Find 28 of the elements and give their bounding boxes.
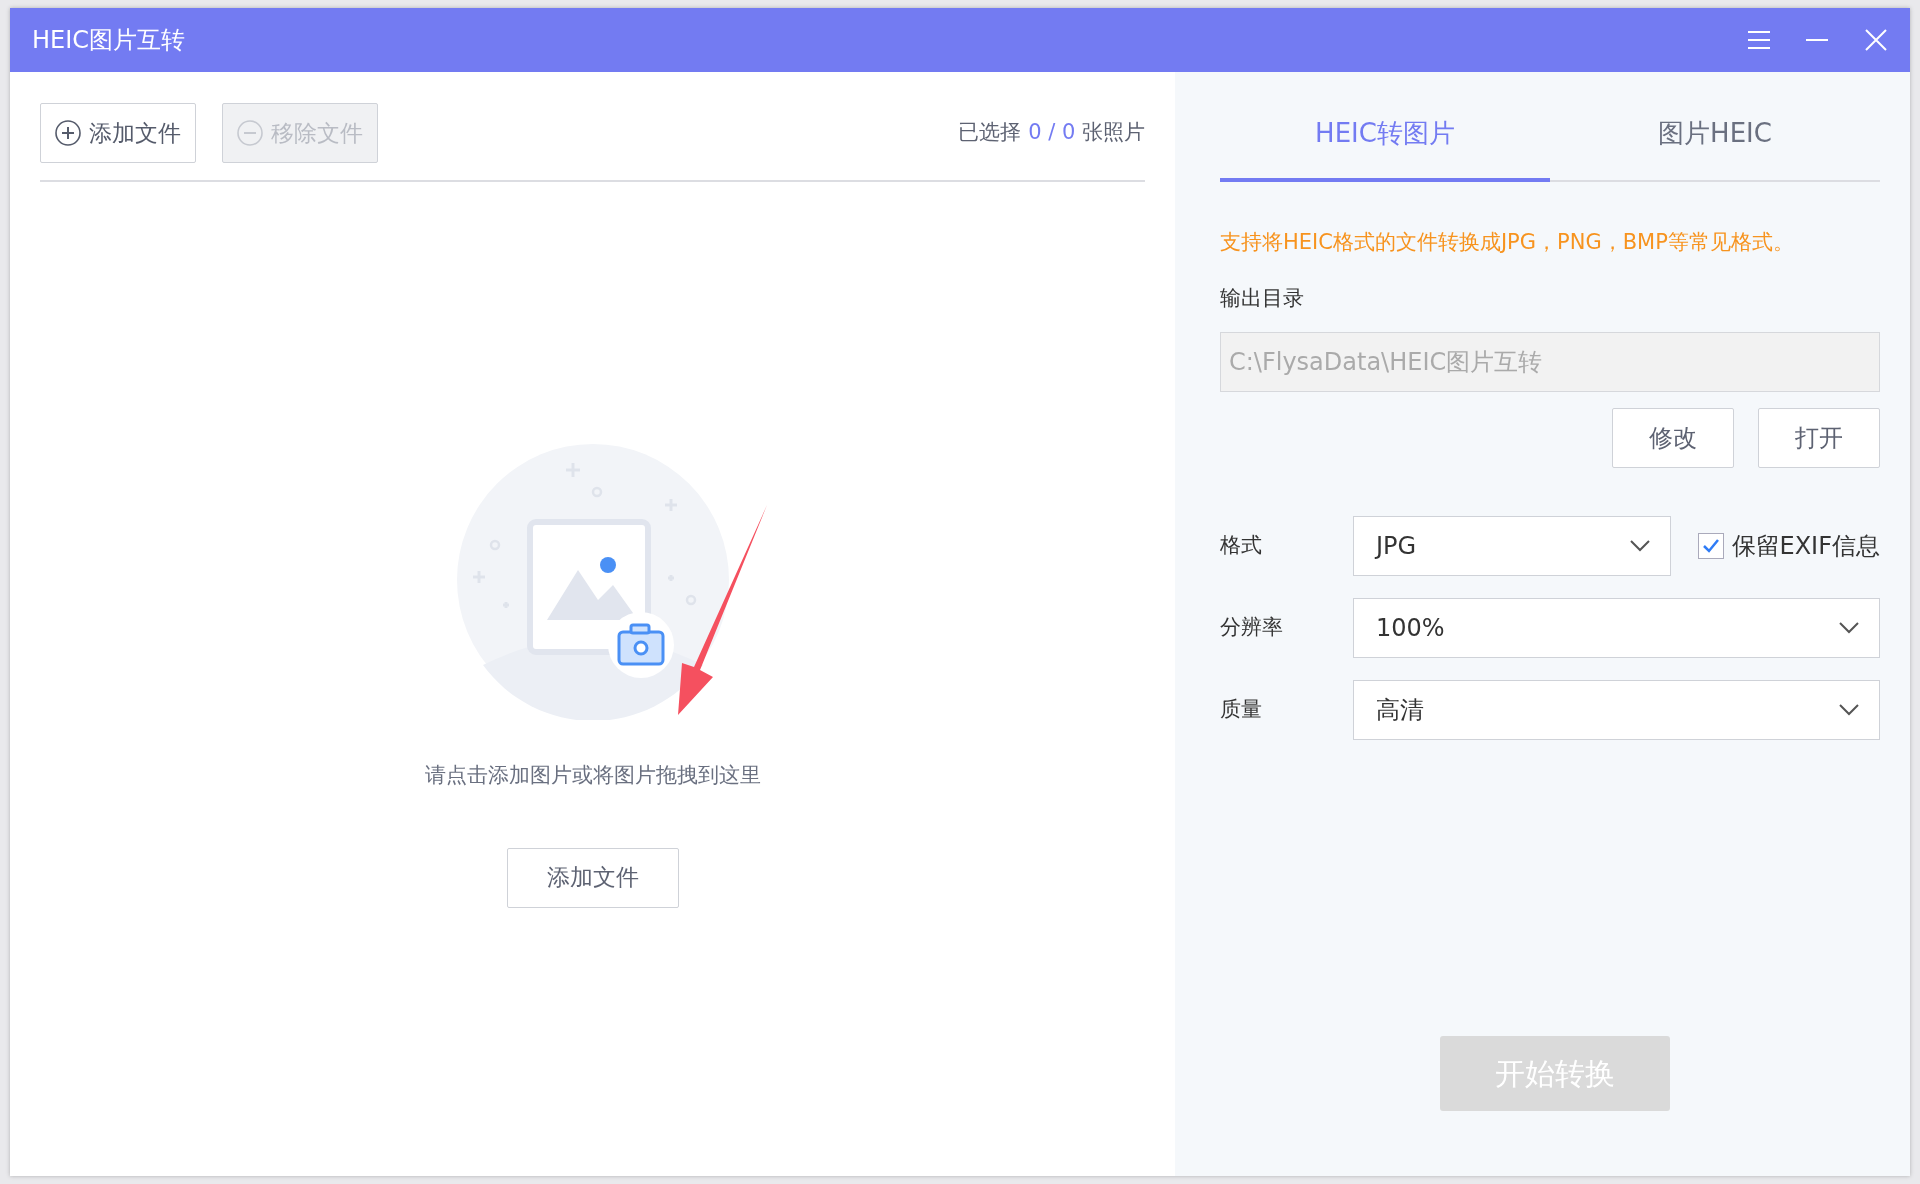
chevron-down-icon: [1839, 622, 1859, 634]
checkbox-label: 保留EXIF信息: [1731, 531, 1880, 562]
setting-label: 格式: [1220, 532, 1263, 560]
checkbox[interactable]: [1697, 533, 1724, 559]
minimize-icon[interactable]: [1806, 38, 1828, 42]
dropdown-select[interactable]: 高清: [1353, 680, 1880, 740]
plus-circle-icon: [55, 120, 81, 146]
checkmark-icon: [1701, 538, 1720, 554]
chevron-down-icon: [1839, 704, 1859, 716]
drop-hint-text: 请点击添加图片或将图片拖拽到这里: [424, 762, 761, 789]
add-file-button[interactable]: 添加文件: [506, 847, 679, 908]
dropdown-select[interactable]: JPG: [1353, 516, 1671, 576]
add-file-button[interactable]: 添加文件: [40, 103, 196, 163]
minus-circle-icon: [237, 120, 263, 146]
dropdown-select[interactable]: 100%: [1353, 598, 1880, 658]
setting-label: 分辨率: [1220, 614, 1284, 642]
menu-icon[interactable]: [1748, 30, 1770, 50]
open-button[interactable]: 打开: [1758, 408, 1880, 468]
output-dir-label: 输出目录: [1220, 284, 1305, 312]
modify-button[interactable]: 修改: [1612, 408, 1734, 468]
window-title: HEIC图片互转: [32, 25, 186, 56]
notice-text: 支持将HEIC格式的文件转换成JPG，PNG，BMP等常见格式。: [1220, 229, 1795, 256]
chevron-down-icon: [1630, 540, 1650, 552]
mode-tab[interactable]: 图片HEIC: [1550, 88, 1880, 182]
close-icon[interactable]: [1864, 28, 1888, 52]
selection-count-text: 已选择 0 / 0 张照片: [958, 119, 1145, 147]
mode-tab[interactable]: HEIC转图片: [1220, 88, 1550, 182]
setting-label: 质量: [1220, 696, 1263, 724]
